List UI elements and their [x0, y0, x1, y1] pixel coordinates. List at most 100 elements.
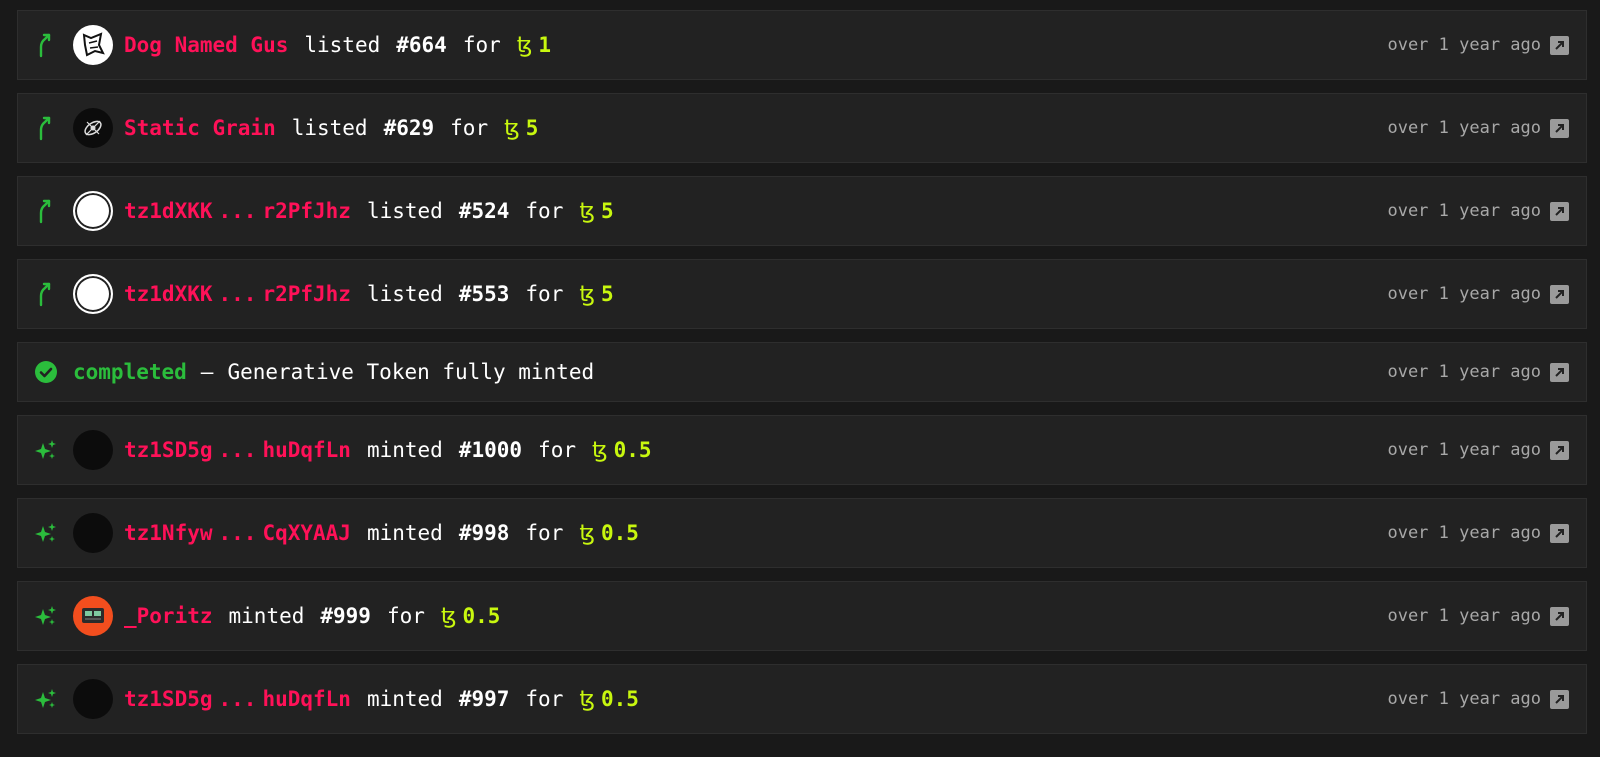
tezos-icon: ꜩ: [579, 686, 595, 712]
action-verb: minted: [228, 604, 305, 628]
external-link-icon[interactable]: [1550, 201, 1569, 221]
token-link[interactable]: #999: [320, 604, 371, 628]
token-link[interactable]: #629: [384, 116, 435, 140]
avatar[interactable]: [73, 274, 113, 314]
external-link-icon[interactable]: [1550, 118, 1569, 138]
action-verb: minted: [366, 438, 443, 462]
for-label: for: [525, 687, 564, 711]
tezos-icon: ꜩ: [440, 603, 457, 629]
price-value: 0.5: [600, 687, 639, 711]
for-label: for: [525, 199, 564, 223]
token-link[interactable]: #664: [396, 33, 447, 57]
external-link-icon[interactable]: [1550, 689, 1569, 709]
status-message: Generative Token fully minted: [227, 360, 595, 384]
user-address-ellipsis: ...: [218, 282, 257, 306]
avatar[interactable]: [73, 596, 113, 636]
avatar[interactable]: [73, 679, 113, 719]
token-link[interactable]: #553: [459, 282, 510, 306]
sparkles-icon: [34, 521, 58, 545]
for-label: for: [386, 604, 425, 628]
price-value: 5: [600, 199, 614, 223]
em-dash: —: [200, 360, 214, 384]
arrow-up-icon: [34, 199, 58, 224]
for-label: for: [538, 438, 576, 462]
arrow-up-icon: [34, 116, 58, 141]
user-address-start[interactable]: tz1SD5g: [124, 687, 213, 711]
sparkles-icon: [34, 438, 58, 462]
arrow-up-icon: [34, 33, 58, 58]
action-verb: listed: [366, 282, 443, 306]
for-label: for: [450, 116, 489, 140]
activity-row: tz1dXKK ... r2PfJhz listed #553 for ꜩ 5 …: [17, 259, 1587, 329]
avatar[interactable]: [73, 108, 113, 148]
user-address-start[interactable]: tz1dXKK: [124, 282, 213, 306]
timestamp: over 1 year ago: [1387, 606, 1541, 626]
external-link-icon[interactable]: [1550, 362, 1569, 382]
timestamp: over 1 year ago: [1387, 440, 1541, 460]
user-address-ellipsis: ...: [218, 687, 257, 711]
timestamp: over 1 year ago: [1387, 689, 1541, 709]
status-completed: completed: [73, 360, 187, 384]
activity-row: _Poritz minted #999 for ꜩ 0.5 over 1 yea…: [17, 581, 1587, 651]
user-address-ellipsis: ...: [218, 438, 257, 462]
user-link[interactable]: _Poritz: [124, 604, 213, 628]
activity-row: tz1SD5g ... huDqfLn minted #997 for ꜩ 0.…: [17, 664, 1587, 734]
user-address-start[interactable]: tz1Nfyw: [124, 521, 213, 545]
external-link-icon[interactable]: [1550, 606, 1569, 626]
tezos-icon: ꜩ: [504, 115, 520, 141]
action-verb: listed: [366, 199, 443, 223]
for-label: for: [462, 33, 501, 57]
sparkles-icon: [34, 604, 58, 628]
tezos-icon: ꜩ: [591, 437, 608, 463]
user-address-start[interactable]: tz1dXKK: [124, 199, 213, 223]
activity-row: tz1dXKK ... r2PfJhz listed #524 for ꜩ 5 …: [17, 176, 1587, 246]
avatar[interactable]: [73, 430, 113, 470]
token-link[interactable]: #524: [459, 199, 510, 223]
action-verb: listed: [304, 33, 381, 57]
check-circle-icon: [34, 360, 58, 384]
external-link-icon[interactable]: [1550, 440, 1569, 460]
sparkles-icon: [34, 687, 58, 711]
user-address-end[interactable]: r2PfJhz: [262, 282, 351, 306]
price-value: 0.5: [462, 604, 501, 628]
activity-row: Dog Named Gus listed #664 for ꜩ 1 over 1…: [17, 10, 1587, 80]
user-address-end[interactable]: huDqfLn: [262, 438, 351, 462]
price-value: 0.5: [613, 438, 652, 462]
avatar[interactable]: [73, 25, 113, 65]
timestamp: over 1 year ago: [1387, 35, 1541, 55]
action-verb: minted: [366, 521, 443, 545]
arrow-up-icon: [34, 282, 58, 307]
activity-row: tz1Nfyw ... CqXYAAJ minted #998 for ꜩ 0.…: [17, 498, 1587, 568]
user-address-end[interactable]: r2PfJhz: [262, 199, 351, 223]
action-verb: minted: [366, 687, 443, 711]
avatar[interactable]: [73, 513, 113, 553]
tezos-icon: ꜩ: [579, 281, 595, 307]
activity-row: Static Grain listed #629 for ꜩ 5 over 1 …: [17, 93, 1587, 163]
token-link[interactable]: #998: [459, 521, 510, 545]
price-value: 0.5: [600, 521, 639, 545]
tezos-icon: ꜩ: [579, 198, 595, 224]
timestamp: over 1 year ago: [1387, 362, 1541, 382]
tezos-icon: ꜩ: [579, 520, 595, 546]
token-link[interactable]: #1000: [459, 438, 522, 462]
external-link-icon[interactable]: [1550, 523, 1569, 543]
action-verb: listed: [291, 116, 368, 140]
token-link[interactable]: #997: [459, 687, 510, 711]
timestamp: over 1 year ago: [1387, 523, 1541, 543]
external-link-icon[interactable]: [1550, 35, 1569, 55]
user-address-start[interactable]: tz1SD5g: [124, 438, 213, 462]
timestamp: over 1 year ago: [1387, 201, 1541, 221]
external-link-icon[interactable]: [1550, 284, 1569, 304]
for-label: for: [525, 521, 564, 545]
activity-row: tz1SD5g ... huDqfLn minted #1000 for ꜩ 0…: [17, 415, 1587, 485]
user-address-end[interactable]: huDqfLn: [262, 687, 351, 711]
price-value: 5: [525, 116, 539, 140]
user-link[interactable]: Dog Named Gus: [124, 33, 288, 57]
timestamp: over 1 year ago: [1387, 284, 1541, 304]
user-address-end[interactable]: CqXYAAJ: [262, 521, 351, 545]
user-link[interactable]: Static Grain: [124, 116, 276, 140]
user-address-ellipsis: ...: [218, 199, 257, 223]
price-value: 5: [600, 282, 614, 306]
avatar[interactable]: [73, 191, 113, 231]
price-value: 1: [538, 33, 552, 57]
